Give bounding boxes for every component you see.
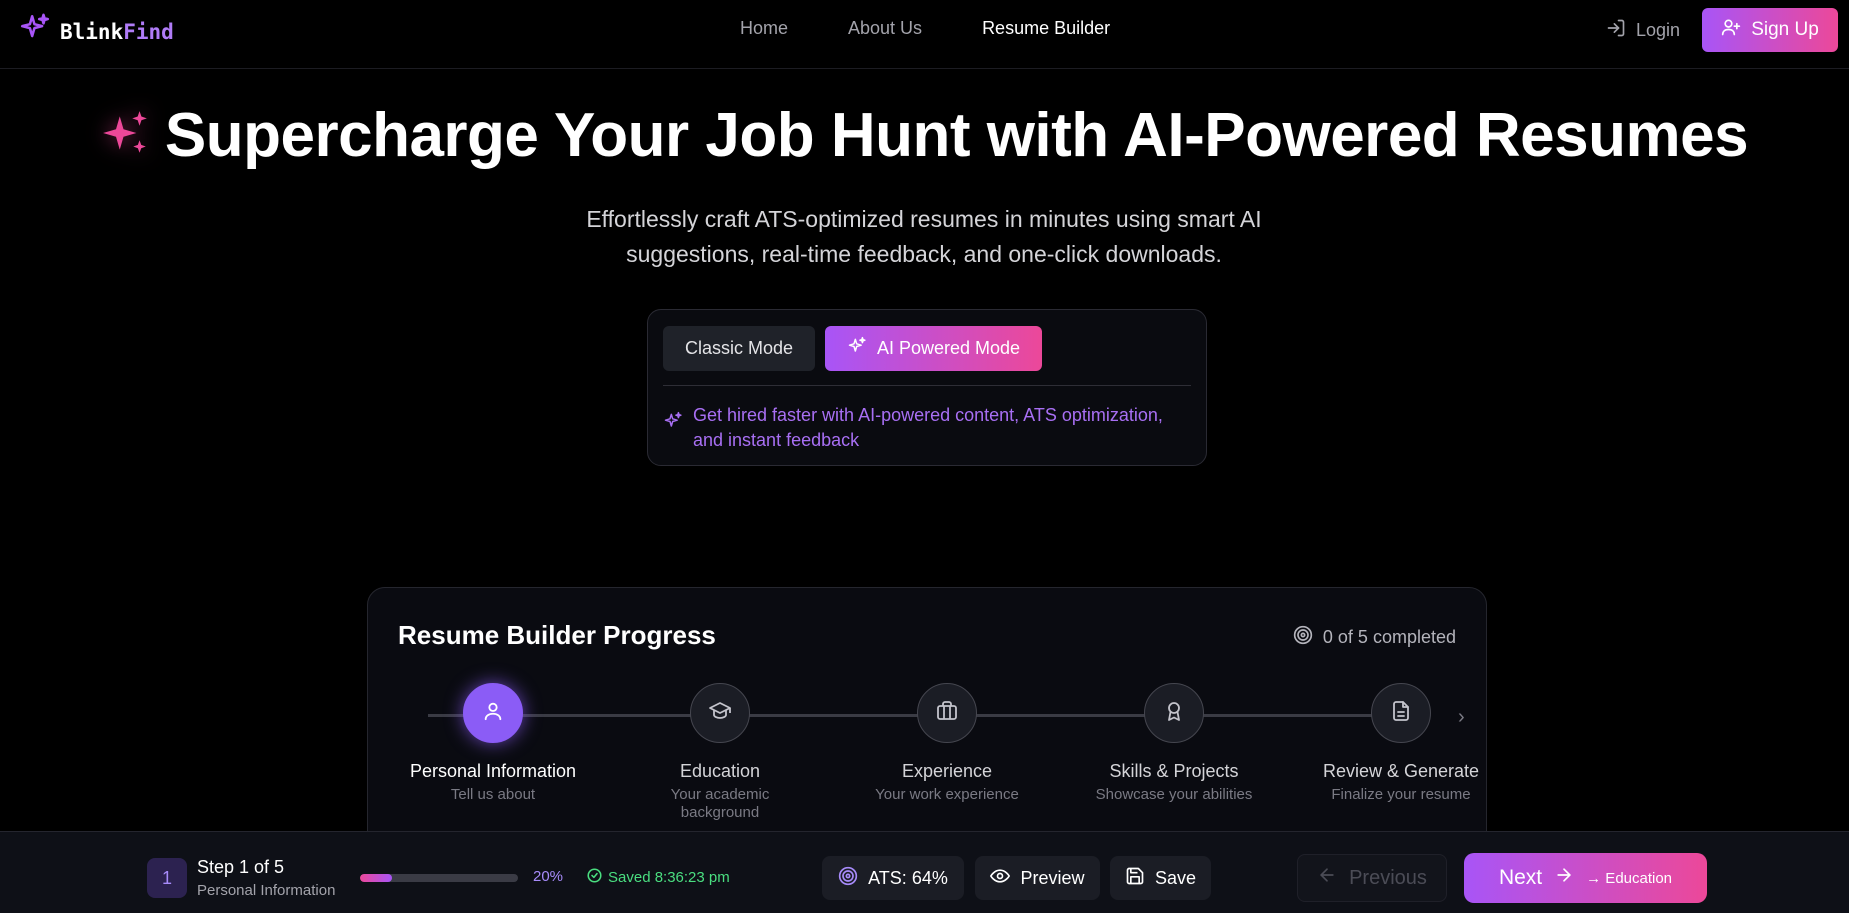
progress-title: Resume Builder Progress — [398, 620, 716, 650]
bottom-status-bar: 1 Step 1 of 5 Personal Information 20% S… — [0, 831, 1849, 913]
hero-subtitle: Effortlessly craft ATS-optimized resumes… — [586, 206, 1262, 267]
save-label: Save — [1154, 867, 1197, 888]
login-button[interactable]: Login — [1606, 18, 1680, 43]
step-education[interactable]: Education Your academic background — [635, 683, 805, 822]
nav-link-home[interactable]: Home — [740, 18, 788, 39]
current-step-name: Personal Information — [197, 882, 336, 899]
award-icon — [1162, 699, 1186, 728]
step-description: Finalize your resume — [1331, 786, 1471, 803]
step-circle — [1371, 683, 1431, 743]
step-circle — [917, 683, 977, 743]
next-button[interactable]: Next → Education — [1464, 853, 1707, 903]
nav-links: Home About Us Resume Builder — [740, 18, 1110, 39]
nav-link-resume-builder[interactable]: Resume Builder — [982, 18, 1110, 39]
step-label: Experience — [901, 761, 993, 781]
previous-label: Previous — [1349, 866, 1427, 889]
target-icon — [1293, 625, 1313, 650]
current-step-badge: 1 — [147, 858, 187, 898]
login-label: Login — [1636, 20, 1681, 40]
step-label: Personal Information — [409, 761, 577, 781]
completed-count: 0 of 5 completed — [1293, 625, 1456, 650]
sparkles-icon — [663, 411, 683, 453]
save-icon — [1125, 866, 1145, 891]
hero-title-row: Supercharge Your Job Hunt with AI-Powere… — [0, 100, 1849, 171]
step-circle — [463, 683, 523, 743]
mode-hint-text: Get hired faster with AI-powered content… — [693, 405, 1163, 450]
classic-mode-label: Classic Mode — [684, 338, 794, 358]
progress-bar-fill — [360, 874, 392, 882]
login-icon — [1606, 18, 1626, 43]
step-description: Your academic background — [670, 786, 770, 821]
mode-hint: Get hired faster with AI-powered content… — [663, 403, 1193, 453]
classic-mode-button[interactable]: Classic Mode — [663, 326, 815, 371]
graduation-cap-icon — [708, 699, 732, 728]
step-circle — [690, 683, 750, 743]
saved-status: Saved 8:36:23 pm — [587, 868, 730, 887]
sparkles-icon — [847, 336, 867, 361]
mode-selector-card: Classic Mode AI Powered Mode Get hired f… — [647, 309, 1207, 466]
preview-label: Preview — [1020, 867, 1085, 888]
ai-powered-mode-button[interactable]: AI Powered Mode — [825, 326, 1042, 371]
save-button[interactable]: Save — [1110, 856, 1211, 900]
saved-text: Saved 8:36:23 pm — [608, 869, 730, 886]
step-label: Education — [679, 761, 761, 781]
signup-label: Sign Up — [1751, 19, 1819, 40]
target-icon — [838, 866, 858, 891]
step-experience[interactable]: Experience Your work experience — [862, 683, 1032, 804]
step-circle — [1144, 683, 1204, 743]
sparkles-icon — [101, 108, 151, 163]
step-review-generate[interactable]: Review & Generate Finalize your resume — [1316, 683, 1486, 804]
sparkle-logo-icon — [18, 12, 52, 51]
arrow-left-icon — [1317, 865, 1337, 891]
next-destination: → Education — [1586, 869, 1673, 887]
logo[interactable]: BlinkFind — [18, 12, 174, 51]
check-circle-icon — [587, 868, 602, 887]
brand-name: BlinkFind — [60, 19, 174, 44]
step-label: Review & Generate — [1322, 761, 1480, 781]
step-skills-projects[interactable]: Skills & Projects Showcase your abilitie… — [1089, 683, 1259, 804]
briefcase-icon — [935, 699, 959, 728]
eye-icon — [990, 866, 1011, 891]
signup-button[interactable]: Sign Up — [1702, 8, 1838, 52]
user-plus-icon — [1721, 17, 1741, 43]
user-icon — [482, 700, 504, 727]
divider — [663, 385, 1191, 386]
step-of-text: Step 1 of 5 — [197, 857, 285, 877]
ats-score-button[interactable]: ATS: 64% — [822, 856, 964, 900]
step-description: Your work experience — [875, 786, 1019, 803]
hero-title: Supercharge Your Job Hunt with AI-Powere… — [164, 101, 1749, 170]
arrow-right-icon — [1554, 865, 1574, 891]
step-description: Tell us about — [450, 786, 536, 803]
step-description: Showcase your abilities — [1095, 786, 1253, 803]
ats-score-text: ATS: 64% — [868, 867, 948, 888]
next-label: Next — [1498, 866, 1543, 889]
step-label: Skills & Projects — [1109, 761, 1239, 781]
progress-bar — [360, 874, 518, 882]
progress-percent: 20% — [533, 868, 564, 885]
top-navbar: BlinkFind Home About Us Resume Builder L… — [0, 0, 1849, 69]
previous-button[interactable]: Previous — [1297, 854, 1447, 902]
step-personal-information[interactable]: Personal Information Tell us about — [408, 683, 578, 804]
completed-text: 0 of 5 completed — [1322, 627, 1456, 647]
preview-button[interactable]: Preview — [975, 856, 1100, 900]
ai-powered-mode-label: AI Powered Mode — [876, 338, 1021, 358]
document-icon — [1389, 699, 1413, 728]
nav-link-about-us[interactable]: About Us — [848, 18, 922, 39]
